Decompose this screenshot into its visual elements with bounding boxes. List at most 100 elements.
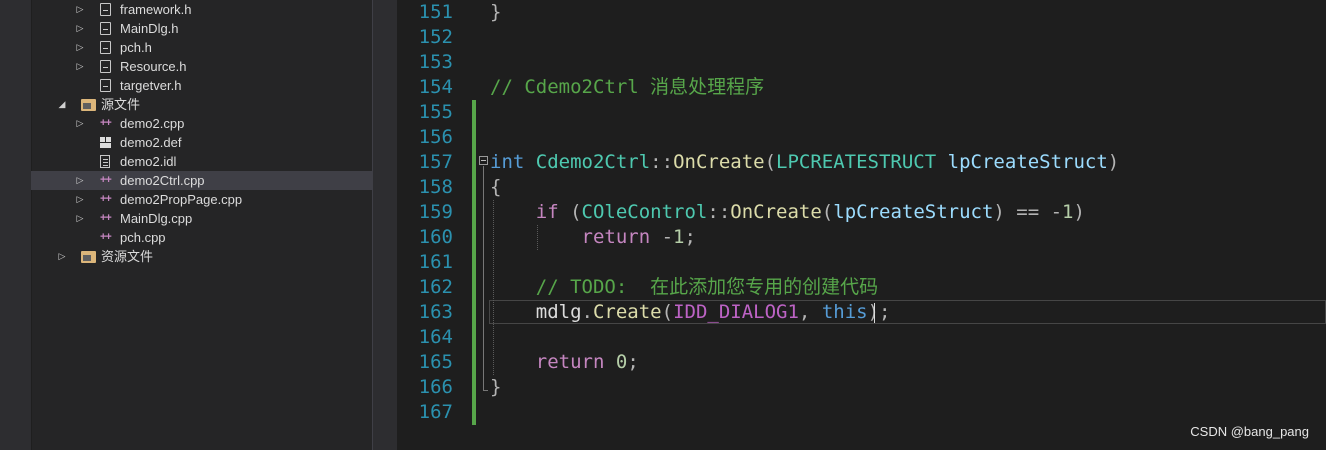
cpp-file-icon: ++ bbox=[100, 174, 112, 186]
code-line[interactable]: // Cdemo2Ctrl 消息处理程序 bbox=[490, 75, 764, 100]
tree-item-label: demo2.idl bbox=[120, 154, 177, 169]
code-token: // TODO: 在此添加您专用的创建代码 bbox=[535, 276, 879, 298]
line-number: 166 bbox=[418, 376, 453, 398]
header-file-icon bbox=[100, 41, 111, 54]
tree-item-label: demo2.def bbox=[120, 135, 182, 150]
explorer-margin bbox=[0, 0, 32, 450]
code-line[interactable]: } bbox=[490, 0, 501, 25]
code-token: . bbox=[581, 301, 593, 323]
code-token: { bbox=[490, 176, 502, 198]
code-line[interactable]: return -1; bbox=[490, 225, 696, 250]
collapse-icon[interactable] bbox=[479, 156, 488, 165]
line-number: 156 bbox=[418, 126, 453, 148]
header-file-icon bbox=[100, 79, 111, 92]
line-number: 160 bbox=[418, 226, 453, 248]
code-token: COleControl bbox=[581, 201, 708, 223]
code-line[interactable]: } bbox=[490, 375, 501, 400]
expand-arrow-icon[interactable]: ▷ bbox=[75, 57, 85, 76]
solution-explorer: ▷ framework.h ▷ MainDlg.h ▷ pch.h ▷ Resource.h t… bbox=[0, 0, 372, 450]
code-token: Create bbox=[592, 301, 662, 323]
code-line[interactable]: return 0; bbox=[490, 350, 639, 375]
code-token: ) == - bbox=[993, 201, 1063, 223]
outline-guide bbox=[483, 166, 484, 391]
tree-item[interactable]: targetver.h bbox=[31, 76, 372, 95]
tree-item[interactable]: ▷ pch.h bbox=[31, 38, 372, 57]
code-line[interactable]: { bbox=[490, 175, 501, 200]
code-token: - bbox=[650, 226, 674, 248]
code-token: } bbox=[490, 376, 502, 398]
code-editor[interactable]: 151 152 153 154 155 156 157 158 159 160 161 162 163 1… bbox=[397, 0, 1326, 450]
tree-item-label: Resource.h bbox=[120, 59, 187, 74]
tree-item-label: demo2Ctrl.cpp bbox=[120, 173, 205, 188]
code-token: lpCreateStruct bbox=[833, 201, 994, 223]
folder-icon bbox=[81, 99, 96, 111]
tree-item[interactable]: ◢ 源文件 bbox=[31, 95, 372, 114]
cpp-file-icon: ++ bbox=[100, 117, 112, 129]
code-token: mdlg bbox=[535, 301, 582, 323]
expand-arrow-icon[interactable]: ▷ bbox=[75, 171, 85, 190]
line-number: 159 bbox=[418, 201, 453, 223]
expand-arrow-icon[interactable]: ▷ bbox=[75, 209, 85, 228]
line-number: 157 bbox=[418, 151, 453, 173]
code-line[interactable]: int Cdemo2Ctrl::OnCreate(LPCREATESTRUCT … bbox=[490, 150, 1119, 175]
tree-item[interactable]: demo2.idl bbox=[31, 152, 372, 171]
expand-arrow-icon[interactable]: ▷ bbox=[75, 114, 85, 133]
idl-file-icon bbox=[100, 155, 110, 168]
tree-item[interactable]: ▷ ++ MainDlg.cpp bbox=[31, 209, 372, 228]
line-number: 154 bbox=[418, 76, 453, 98]
code-line[interactable]: if (COleControl::OnCreate(lpCreateStruct… bbox=[490, 200, 1085, 225]
collapse-arrow-icon[interactable]: ◢ bbox=[57, 95, 67, 114]
code-token: ) bbox=[1073, 201, 1085, 223]
code-token: } bbox=[490, 1, 502, 23]
cpp-file-icon: ++ bbox=[100, 212, 112, 224]
cpp-file-icon: ++ bbox=[100, 193, 112, 205]
expand-arrow-icon[interactable]: ▷ bbox=[75, 190, 85, 209]
outline-guide-end bbox=[483, 390, 488, 391]
tree-item-label: 源文件 bbox=[101, 97, 141, 112]
change-tracking-bar bbox=[472, 100, 476, 425]
folder-icon bbox=[81, 251, 96, 263]
expand-arrow-icon[interactable]: ▷ bbox=[75, 19, 85, 38]
code-token: int bbox=[490, 151, 525, 173]
code-token: this bbox=[821, 301, 868, 323]
tree-item[interactable]: ▷ Resource.h bbox=[31, 57, 372, 76]
code-token: if bbox=[535, 201, 559, 223]
code-line[interactable]: // TODO: 在此添加您专用的创建代码 bbox=[490, 275, 878, 300]
code-token: return bbox=[535, 351, 605, 373]
tree-item[interactable]: ▷ MainDlg.h bbox=[31, 19, 372, 38]
code-token: :: bbox=[707, 201, 731, 223]
line-number: 167 bbox=[418, 401, 453, 423]
tree-item[interactable]: ▷ ++ demo2PropPage.cpp bbox=[31, 190, 372, 209]
line-number: 155 bbox=[418, 101, 453, 123]
tree-item-label: targetver.h bbox=[120, 78, 182, 93]
tree-item-label: framework.h bbox=[120, 2, 192, 17]
tree-item[interactable]: ▷ ++ demo2.cpp bbox=[31, 114, 372, 133]
tree-item[interactable]: ▷ framework.h bbox=[31, 0, 372, 19]
tree-item-label: demo2PropPage.cpp bbox=[120, 192, 243, 207]
code-token: OnCreate bbox=[730, 201, 822, 223]
tree-item-label: pch.h bbox=[120, 40, 152, 55]
code-line[interactable]: mdlg.Create(IDD_DIALOG1, this); bbox=[490, 300, 891, 325]
tree-item-label: 资源文件 bbox=[101, 249, 154, 264]
tree-item[interactable]: ++ pch.cpp bbox=[31, 228, 372, 247]
expand-arrow-icon[interactable]: ▷ bbox=[57, 247, 67, 266]
line-number: 153 bbox=[418, 51, 453, 73]
tree-item-label: MainDlg.h bbox=[120, 21, 179, 36]
panel-splitter[interactable] bbox=[372, 0, 397, 450]
code-token: return bbox=[581, 226, 651, 248]
tree-item-label: demo2.cpp bbox=[120, 116, 185, 131]
tree-item[interactable]: ▷ 资源文件 bbox=[31, 247, 372, 266]
tree-item[interactable]: demo2.def bbox=[31, 133, 372, 152]
code-token: IDD_DIALOG1 bbox=[673, 301, 799, 323]
expand-arrow-icon[interactable]: ▷ bbox=[75, 0, 85, 19]
line-number: 165 bbox=[418, 351, 453, 373]
tree-item[interactable]: ▷ ++ demo2Ctrl.cpp bbox=[31, 171, 372, 190]
expand-arrow-icon[interactable]: ▷ bbox=[75, 38, 85, 57]
line-number: 161 bbox=[418, 251, 453, 273]
text-caret bbox=[874, 303, 875, 323]
